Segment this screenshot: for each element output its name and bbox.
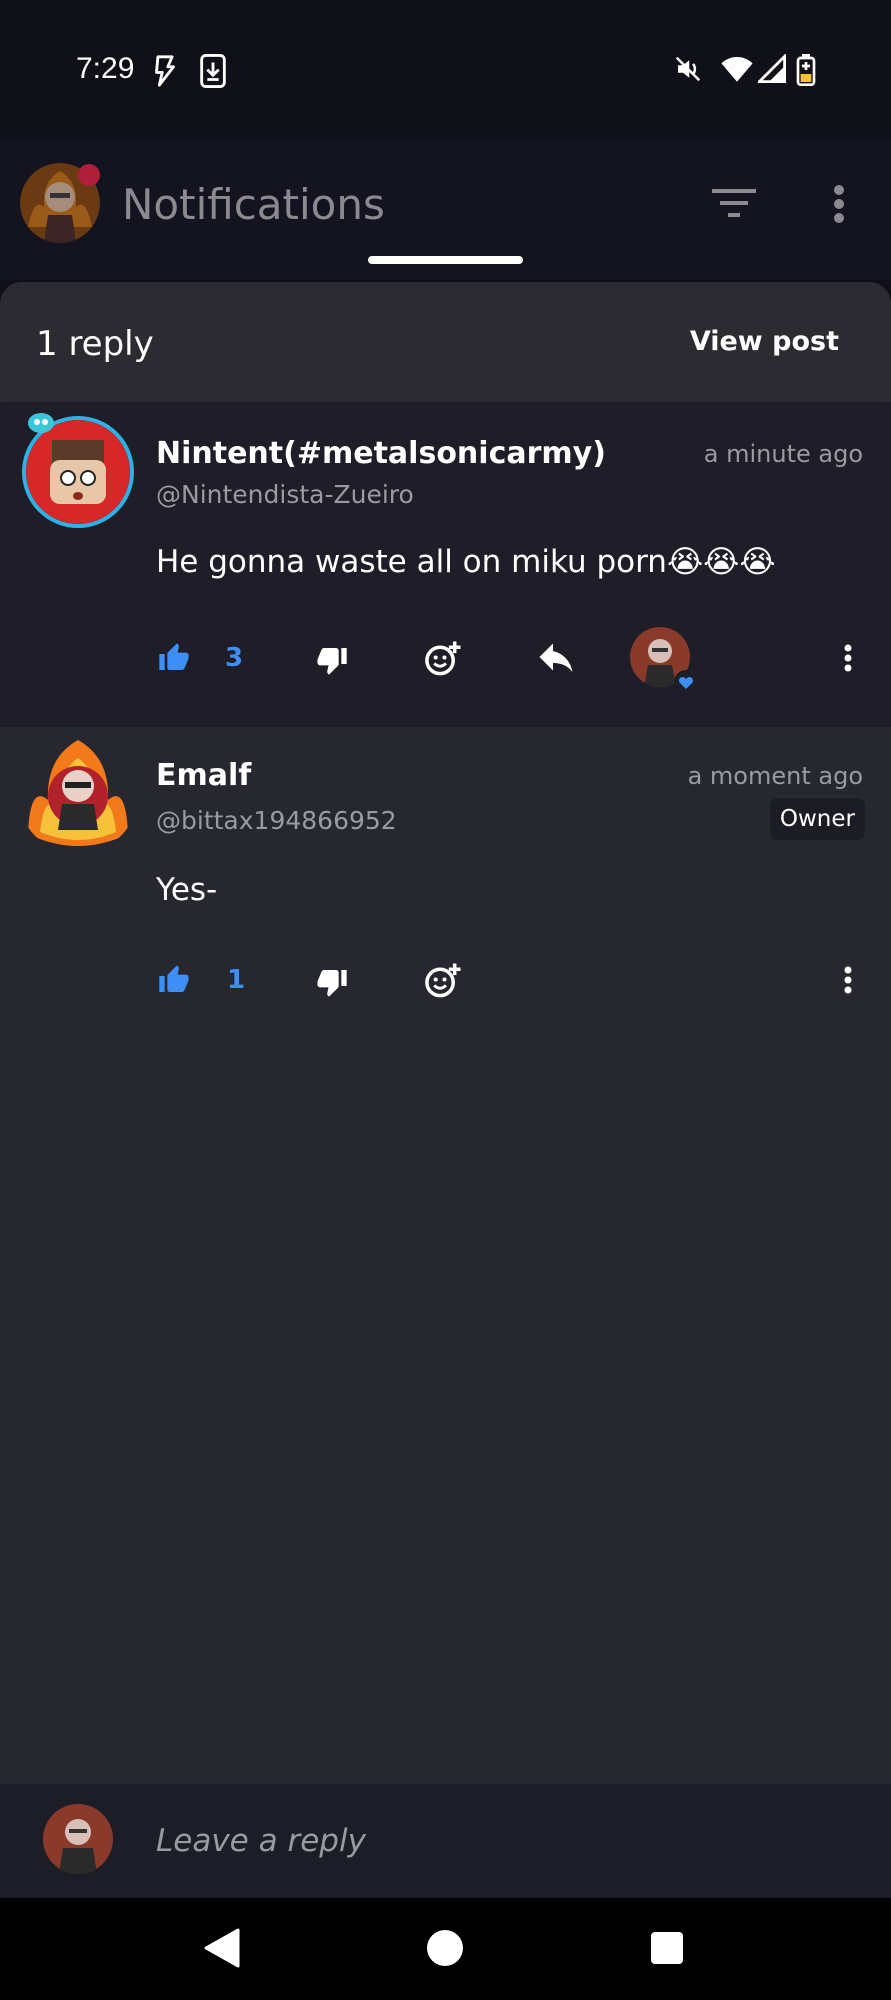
comment-handle[interactable]: @Nintendista-Zueiro xyxy=(156,480,414,509)
comment-handle[interactable]: @bittax194866952 xyxy=(156,806,397,835)
more-options-icon[interactable] xyxy=(842,644,854,672)
mute-icon xyxy=(675,56,701,82)
avatar-decoration-icon xyxy=(28,413,54,433)
dislike-icon[interactable] xyxy=(316,644,348,676)
notification-dot xyxy=(78,164,100,186)
add-reaction-icon[interactable] xyxy=(424,962,462,1000)
reply-input[interactable] xyxy=(156,1818,836,1864)
comment-username[interactable]: Nintent(#metalsonicarmy) xyxy=(156,436,606,471)
avatar[interactable] xyxy=(18,734,138,854)
battery-charging-icon xyxy=(796,54,816,86)
recents-icon[interactable] xyxy=(650,1928,684,1968)
drag-handle[interactable] xyxy=(368,256,523,264)
more-vertical-icon[interactable] xyxy=(833,184,845,224)
filter-icon[interactable] xyxy=(712,188,756,218)
owner-badge: Owner xyxy=(769,798,865,840)
page-title: Notifications xyxy=(122,180,385,229)
like-icon[interactable] xyxy=(158,964,190,996)
reply-count: 1 reply xyxy=(36,324,154,364)
flash-icon xyxy=(155,55,175,87)
download-icon xyxy=(200,54,226,88)
dislike-icon[interactable] xyxy=(316,966,348,998)
wifi-icon xyxy=(721,56,753,82)
back-icon[interactable] xyxy=(204,1928,240,1968)
reply-icon[interactable] xyxy=(538,642,574,672)
comment-username[interactable]: Emalf xyxy=(156,758,251,793)
home-icon[interactable] xyxy=(426,1928,464,1968)
comment-timestamp: a minute ago xyxy=(703,440,863,468)
like-count: 3 xyxy=(225,643,244,673)
add-reaction-icon[interactable] xyxy=(424,640,462,678)
more-options-icon[interactable] xyxy=(842,966,854,994)
comment-text: Yes- xyxy=(156,872,218,908)
like-icon[interactable] xyxy=(158,642,190,674)
like-count: 1 xyxy=(227,965,246,995)
heart-icon xyxy=(674,670,698,694)
signal-icon xyxy=(758,54,786,83)
view-post-button[interactable]: View post xyxy=(690,326,839,357)
comment-text: He gonna waste all on miku porn😭😭😭 xyxy=(156,544,776,580)
status-time: 7:29 xyxy=(76,52,135,85)
my-avatar xyxy=(43,1804,113,1874)
comment-timestamp: a moment ago xyxy=(687,762,863,790)
